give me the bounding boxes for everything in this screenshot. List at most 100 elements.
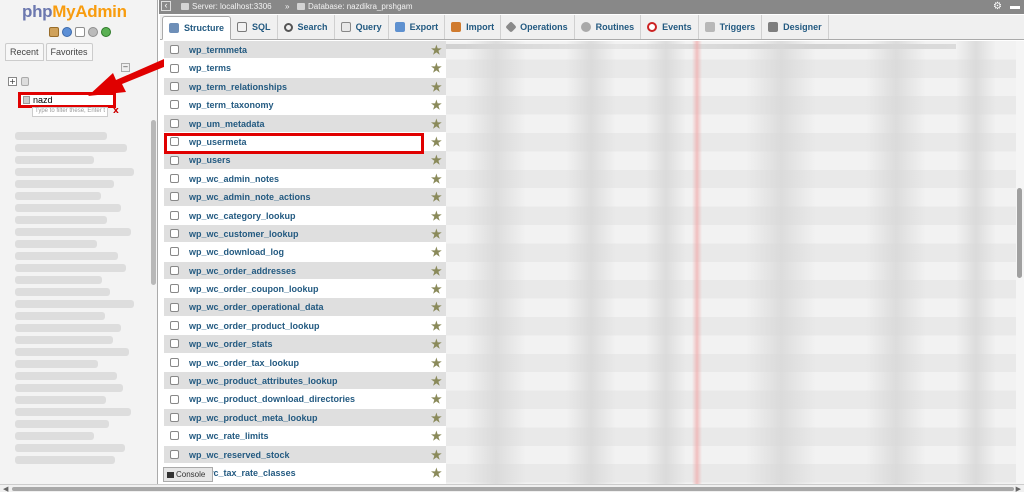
tab-sql[interactable]: SQL — [231, 15, 278, 39]
row-checkbox[interactable] — [170, 266, 179, 275]
favorite-star-icon[interactable]: ★ — [431, 283, 443, 295]
row-checkbox[interactable] — [170, 82, 179, 91]
table-name-link[interactable]: wp_wc_order_coupon_lookup — [189, 284, 319, 294]
row-checkbox[interactable] — [170, 339, 179, 348]
horizontal-scrollbar[interactable]: ◀ ▶ — [0, 484, 1024, 492]
favorite-star-icon[interactable]: ★ — [431, 246, 443, 258]
favorite-star-icon[interactable]: ★ — [431, 99, 443, 111]
favorite-star-icon[interactable]: ★ — [431, 136, 443, 148]
favorite-star-icon[interactable]: ★ — [431, 210, 443, 222]
settings-icon[interactable] — [88, 27, 98, 37]
row-checkbox[interactable] — [170, 100, 179, 109]
reload-icon[interactable] — [101, 27, 111, 37]
row-checkbox[interactable] — [170, 450, 179, 459]
logout-icon[interactable] — [62, 27, 72, 37]
tab-query[interactable]: Query — [335, 15, 389, 39]
favorite-star-icon[interactable]: ★ — [431, 62, 443, 74]
favorite-star-icon[interactable]: ★ — [431, 173, 443, 185]
tab-import[interactable]: Import — [445, 15, 501, 39]
row-checkbox[interactable] — [170, 192, 179, 201]
row-checkbox[interactable] — [170, 137, 179, 146]
favorite-star-icon[interactable]: ★ — [431, 320, 443, 332]
favorite-star-icon[interactable]: ★ — [431, 265, 443, 277]
table-name-link[interactable]: wp_wc_order_product_lookup — [189, 321, 320, 331]
collapse-nav-button[interactable]: ‹ — [161, 1, 171, 11]
table-name-link[interactable]: wp_term_taxonomy — [189, 100, 274, 110]
favorite-star-icon[interactable]: ★ — [431, 228, 443, 240]
tree-item-database[interactable]: nazd — [18, 92, 116, 108]
tab-designer[interactable]: Designer — [762, 15, 829, 39]
favorite-star-icon[interactable]: ★ — [431, 357, 443, 369]
favorite-star-icon[interactable]: ★ — [431, 375, 443, 387]
favorite-star-icon[interactable]: ★ — [431, 338, 443, 350]
table-name-link[interactable]: wp_term_relationships — [189, 82, 287, 92]
tab-export[interactable]: Export — [389, 15, 446, 39]
table-filter-input[interactable]: Type to filter these, Enter t — [32, 107, 108, 117]
row-checkbox[interactable] — [170, 395, 179, 404]
row-checkbox[interactable] — [170, 247, 179, 256]
breadcrumb-server[interactable]: Server: localhost:3306 — [181, 2, 272, 11]
table-name-link[interactable]: wp_wc_customer_lookup — [189, 229, 299, 239]
tab-structure[interactable]: Structure — [162, 16, 231, 40]
tab-triggers[interactable]: Triggers — [699, 15, 763, 39]
favorite-star-icon[interactable]: ★ — [431, 154, 443, 166]
row-checkbox[interactable] — [170, 431, 179, 440]
table-name-link[interactable]: wp_wc_admin_note_actions — [189, 192, 311, 202]
table-name-link[interactable]: wp_terms — [189, 63, 231, 73]
favorite-star-icon[interactable]: ★ — [431, 430, 443, 442]
favorite-star-icon[interactable]: ★ — [431, 44, 443, 56]
scroll-left-icon[interactable]: ◀ — [3, 485, 8, 492]
horizontal-scroll-thumb[interactable] — [12, 487, 1014, 491]
row-checkbox[interactable] — [170, 376, 179, 385]
tab-search[interactable]: Search — [278, 15, 335, 39]
row-checkbox[interactable] — [170, 284, 179, 293]
scroll-right-icon[interactable]: ▶ — [1016, 485, 1021, 492]
breadcrumb-database[interactable]: Database: nazdikra_prshgam — [297, 2, 413, 11]
favorite-star-icon[interactable]: ★ — [431, 81, 443, 93]
favorite-star-icon[interactable]: ★ — [431, 191, 443, 203]
table-name-link[interactable]: wp_wc_reserved_stock — [189, 450, 290, 460]
main-scrollbar-thumb[interactable] — [1017, 188, 1022, 278]
console-button[interactable]: Console — [163, 467, 213, 482]
row-checkbox[interactable] — [170, 413, 179, 422]
tab-operations[interactable]: Operations — [501, 15, 575, 39]
table-name-link[interactable]: wp_wc_category_lookup — [189, 211, 296, 221]
table-name-link[interactable]: wp_wc_download_log — [189, 247, 284, 257]
phpmyadmin-logo[interactable]: phpMyAdmin — [22, 2, 127, 22]
table-name-link[interactable]: wp_usermeta — [189, 137, 247, 147]
row-checkbox[interactable] — [170, 45, 179, 54]
row-checkbox[interactable] — [170, 358, 179, 367]
row-checkbox[interactable] — [170, 156, 179, 165]
row-checkbox[interactable] — [170, 64, 179, 73]
docs-icon[interactable] — [75, 27, 85, 37]
clear-filter-icon[interactable]: x — [113, 106, 119, 116]
row-checkbox[interactable] — [170, 174, 179, 183]
row-checkbox[interactable] — [170, 211, 179, 220]
table-name-link[interactable]: wp_termmeta — [189, 45, 247, 55]
table-name-link[interactable]: wp_wc_rate_limits — [189, 431, 269, 441]
table-name-link[interactable]: wp_wc_product_attributes_lookup — [189, 376, 338, 386]
table-name-link[interactable]: wp_wc_product_meta_lookup — [189, 413, 318, 423]
table-name-link[interactable]: wp_wc_product_download_directories — [189, 394, 355, 404]
tab-recent[interactable]: Recent — [5, 43, 44, 61]
table-name-link[interactable]: wp_wc_order_operational_data — [189, 302, 324, 312]
tab-events[interactable]: Events — [641, 15, 699, 39]
row-checkbox[interactable] — [170, 303, 179, 312]
favorite-star-icon[interactable]: ★ — [431, 449, 443, 461]
row-checkbox[interactable] — [170, 321, 179, 330]
table-name-link[interactable]: wp_wc_order_tax_lookup — [189, 358, 299, 368]
favorite-star-icon[interactable]: ★ — [431, 301, 443, 313]
row-checkbox[interactable] — [170, 119, 179, 128]
tab-favorites[interactable]: Favorites — [46, 43, 93, 61]
row-checkbox[interactable] — [170, 229, 179, 238]
tab-routines[interactable]: Routines — [575, 15, 642, 39]
collapse-topbar-icon[interactable]: ▬ — [1010, 1, 1020, 12]
nav-scrollbar[interactable] — [151, 120, 156, 285]
table-name-link[interactable]: wp_wc_admin_notes — [189, 174, 279, 184]
settings-gear-icon[interactable]: ⚙ — [993, 1, 1002, 12]
table-name-link[interactable]: wp_wc_order_addresses — [189, 266, 296, 276]
favorite-star-icon[interactable]: ★ — [431, 467, 443, 479]
favorite-star-icon[interactable]: ★ — [431, 118, 443, 130]
table-name-link[interactable]: wp_users — [189, 155, 231, 165]
expand-icon[interactable]: + — [8, 77, 17, 86]
